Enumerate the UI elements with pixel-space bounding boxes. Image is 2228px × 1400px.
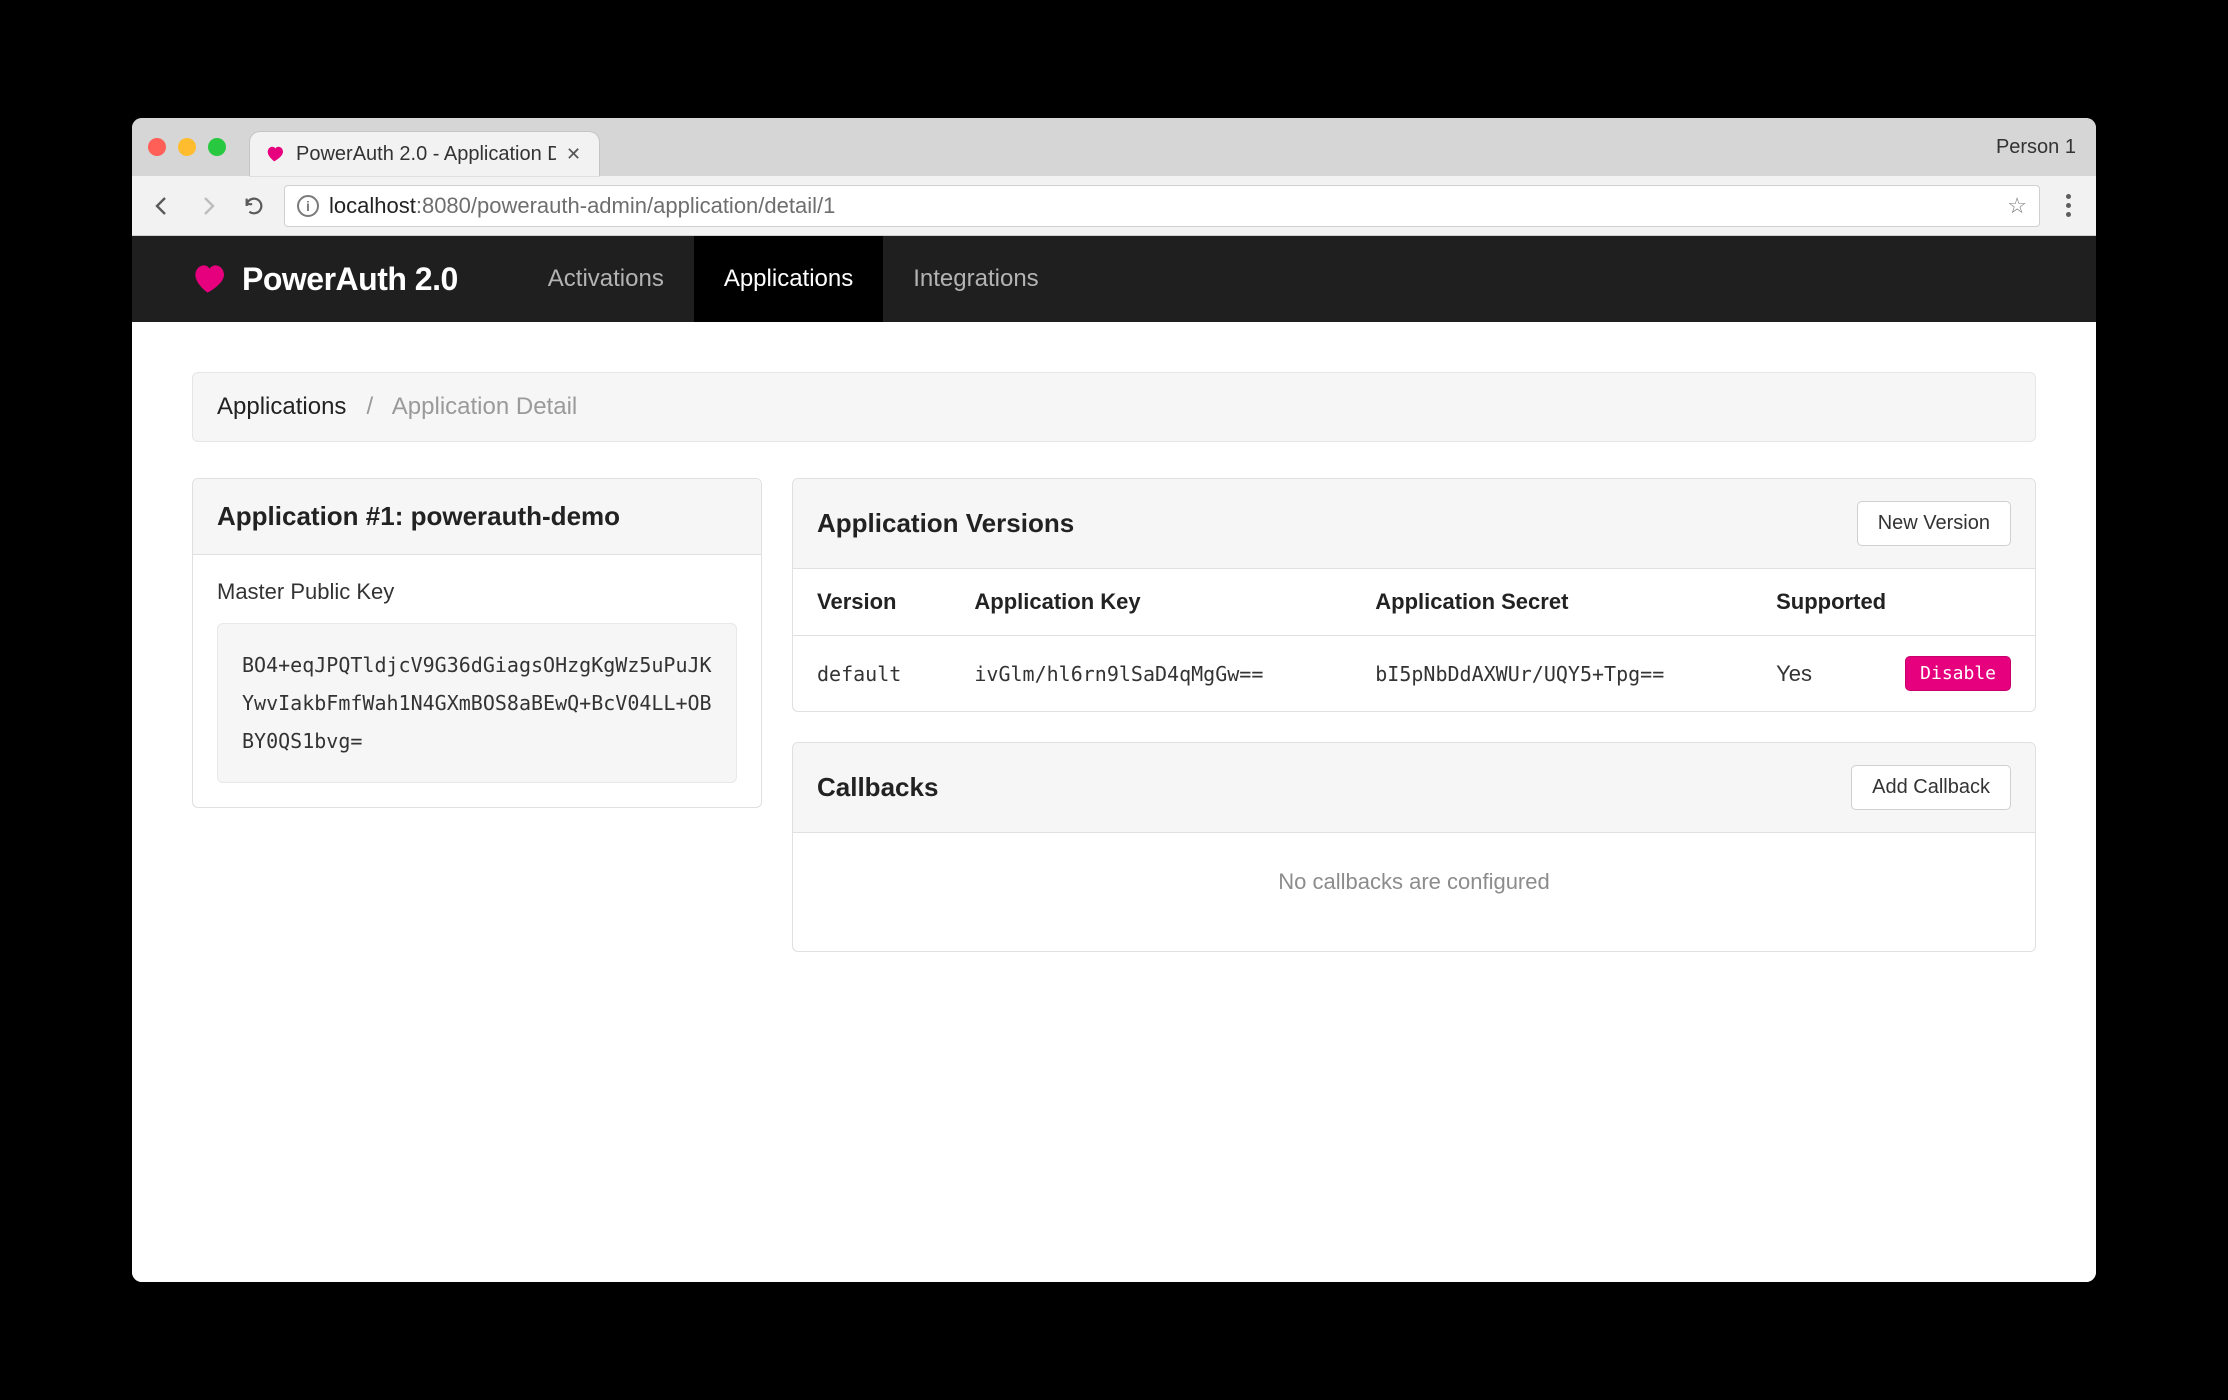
- left-column: Application #1: powerauth-demo Master Pu…: [192, 478, 762, 838]
- versions-title: Application Versions: [817, 508, 1074, 539]
- columns: Application #1: powerauth-demo Master Pu…: [192, 478, 2036, 982]
- app-header: PowerAuth 2.0 Activations Applications I…: [132, 236, 2096, 322]
- bookmark-star-icon[interactable]: ☆: [2007, 193, 2027, 219]
- chrome-toolbar: i localhost:8080/powerauth-admin/applica…: [132, 176, 2096, 236]
- mpk-value[interactable]: BO4+eqJPQTldjcV9G36dGiagsOHzgKgWz5uPuJKY…: [217, 623, 737, 783]
- cell-supported: Yes: [1752, 636, 1852, 712]
- callbacks-empty: No callbacks are configured: [793, 833, 2035, 951]
- callbacks-panel-head: Callbacks Add Callback: [793, 743, 2035, 833]
- browser-window: PowerAuth 2.0 - Application D ✕ Person 1…: [132, 118, 2096, 1282]
- col-app-secret: Application Secret: [1351, 569, 1752, 636]
- url-text: localhost:8080/powerauth-admin/applicati…: [329, 193, 835, 219]
- right-column: Application Versions New Version Version…: [792, 478, 2036, 982]
- versions-table: Version Application Key Application Secr…: [793, 569, 2035, 711]
- cell-app-secret[interactable]: bI5pNbDdAXWUr/UQY5+Tpg==: [1351, 636, 1752, 712]
- nav-applications[interactable]: Applications: [694, 236, 883, 322]
- breadcrumb-sep: /: [366, 393, 373, 420]
- cell-version: default: [793, 636, 950, 712]
- brand-text: PowerAuth 2.0: [242, 261, 458, 298]
- main-nav: Activations Applications Integrations: [518, 236, 1069, 322]
- page-body: Applications / Application Detail Applic…: [132, 322, 2096, 1282]
- maximize-window-icon[interactable]: [208, 138, 226, 156]
- versions-panel-head: Application Versions New Version: [793, 479, 2035, 569]
- close-tab-icon[interactable]: ✕: [566, 144, 581, 165]
- application-panel: Application #1: powerauth-demo Master Pu…: [192, 478, 762, 808]
- col-version: Version: [793, 569, 950, 636]
- table-row: default ivGlm/hl6rn9lSaD4qMgGw== bI5pNbD…: [793, 636, 2035, 712]
- browser-tab[interactable]: PowerAuth 2.0 - Application D ✕: [250, 132, 599, 176]
- chrome-tab-bar: PowerAuth 2.0 - Application D ✕ Person 1: [132, 118, 2096, 176]
- col-app-key: Application Key: [950, 569, 1351, 636]
- application-panel-head: Application #1: powerauth-demo: [193, 479, 761, 555]
- add-callback-button[interactable]: Add Callback: [1851, 765, 2011, 810]
- cell-app-key[interactable]: ivGlm/hl6rn9lSaD4qMgGw==: [950, 636, 1351, 712]
- forward-button[interactable]: [192, 190, 224, 222]
- site-info-icon[interactable]: i: [297, 195, 319, 217]
- application-title: Application #1: powerauth-demo: [217, 501, 620, 532]
- callbacks-title: Callbacks: [817, 772, 938, 803]
- window-controls: [148, 118, 226, 176]
- reload-button[interactable]: [238, 190, 270, 222]
- url-path: :8080/powerauth-admin/application/detail…: [416, 193, 836, 218]
- browser-profile[interactable]: Person 1: [1996, 118, 2076, 176]
- heart-icon: [192, 264, 226, 294]
- address-bar[interactable]: i localhost:8080/powerauth-admin/applica…: [284, 185, 2040, 227]
- tab-title: PowerAuth 2.0 - Application D: [296, 143, 556, 166]
- breadcrumb: Applications / Application Detail: [192, 372, 2036, 442]
- favicon-heart-icon: [264, 143, 286, 165]
- application-panel-body: Master Public Key BO4+eqJPQTldjcV9G36dGi…: [193, 555, 761, 807]
- nav-activations[interactable]: Activations: [518, 236, 694, 322]
- url-host: localhost: [329, 193, 416, 218]
- browser-menu-icon[interactable]: [2054, 194, 2082, 217]
- mpk-label: Master Public Key: [217, 579, 737, 605]
- new-version-button[interactable]: New Version: [1857, 501, 2011, 546]
- versions-panel: Application Versions New Version Version…: [792, 478, 2036, 712]
- brand[interactable]: PowerAuth 2.0: [192, 261, 458, 298]
- breadcrumb-root[interactable]: Applications: [217, 393, 346, 420]
- minimize-window-icon[interactable]: [178, 138, 196, 156]
- nav-integrations[interactable]: Integrations: [883, 236, 1068, 322]
- disable-button[interactable]: Disable: [1905, 656, 2011, 691]
- back-button[interactable]: [146, 190, 178, 222]
- callbacks-panel: Callbacks Add Callback No callbacks are …: [792, 742, 2036, 952]
- close-window-icon[interactable]: [148, 138, 166, 156]
- col-supported: Supported: [1752, 569, 2035, 636]
- breadcrumb-leaf: Application Detail: [392, 393, 577, 420]
